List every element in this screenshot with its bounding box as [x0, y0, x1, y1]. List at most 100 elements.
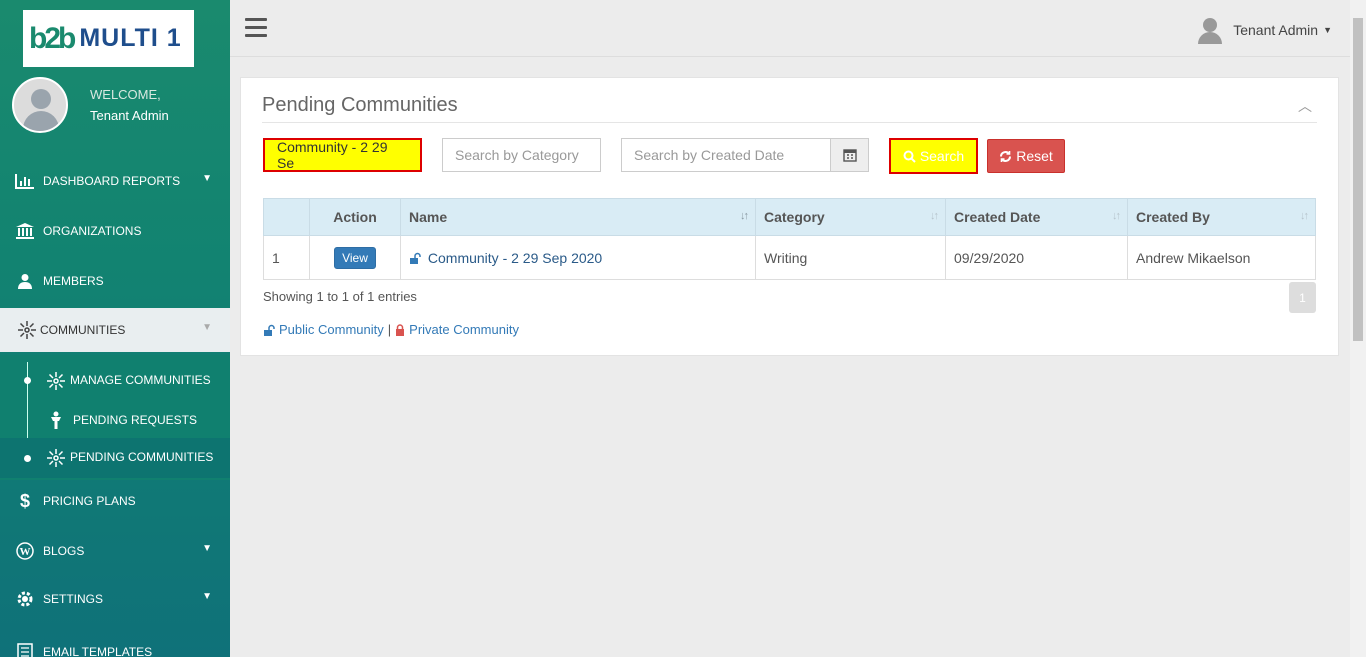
row-name-cell: Community - 2 29 Sep 2020 — [400, 235, 756, 280]
user-name: Tenant Admin — [90, 108, 169, 123]
col-header-action: Action — [309, 198, 401, 236]
col-header-created-by-label: Created By — [1136, 209, 1210, 225]
communities-icon — [46, 448, 66, 467]
pagination-page-1[interactable]: 1 — [1289, 282, 1316, 313]
user-menu[interactable]: Tenant Admin ▼ — [1197, 16, 1332, 44]
row-created-by: Andrew Mikaelson — [1127, 235, 1316, 280]
col-header-created-by[interactable]: Created By ↓↑ — [1127, 198, 1316, 236]
sort-icon: ↓↑ — [1112, 210, 1121, 222]
gear-icon — [14, 590, 36, 608]
row-created-date: 09/29/2020 — [945, 235, 1128, 280]
sidebar-item-settings[interactable]: SETTINGS ▼ — [0, 577, 230, 621]
bar-chart-icon — [14, 172, 36, 190]
scrollbar-thumb[interactable] — [1353, 18, 1363, 341]
calendar-icon — [842, 149, 857, 162]
calendar-button[interactable] — [830, 138, 869, 172]
user-panel: WELCOME, Tenant Admin — [12, 77, 169, 133]
legend-separator: | — [387, 322, 392, 337]
category-search-input[interactable]: Search by Category — [442, 138, 601, 172]
refresh-icon — [1000, 150, 1012, 162]
entries-info: Showing 1 to 1 of 1 entries — [263, 289, 417, 304]
sidebar-item-label: MEMBERS — [43, 274, 104, 288]
search-icon — [903, 150, 916, 163]
chevron-down-icon: ▼ — [202, 543, 212, 554]
sidebar-item-label: PRICING PLANS — [43, 494, 136, 508]
sidebar-item-label: SETTINGS — [43, 592, 104, 606]
avatar — [12, 77, 68, 133]
row-category: Writing — [755, 235, 946, 280]
col-header-action-label: Action — [333, 209, 377, 225]
col-header-created-date[interactable]: Created Date ↓↑ — [945, 198, 1128, 236]
row-number: 1 — [263, 235, 310, 280]
user-avatar-icon — [1197, 16, 1223, 44]
sidebar-item-dashboard-reports[interactable]: DASHBOARD REPORTS ▼ — [0, 159, 230, 203]
brand-logo[interactable]: b2b MULTI 1 — [23, 10, 194, 67]
community-legend: Public Community | Private Community — [263, 322, 519, 337]
unlock-icon — [410, 252, 421, 264]
template-icon — [14, 643, 36, 657]
brand-name: MULTI 1 — [79, 24, 182, 52]
col-header-category-label: Category — [764, 209, 825, 225]
sort-icon: ↓↑ — [1300, 210, 1309, 222]
sidebar-item-label: DASHBOARD REPORTS — [43, 174, 181, 188]
sidebar-item-communities[interactable]: COMMUNITIES ▼ — [0, 308, 230, 352]
chevron-up-icon[interactable]: ︿ — [1298, 96, 1312, 116]
brand-mark: b2b — [29, 21, 76, 55]
dollar-icon: $ — [19, 490, 30, 511]
page-title: Pending Communities — [262, 94, 458, 116]
sidebar-item-email-templates[interactable]: EMAIL TEMPLATES — [0, 630, 230, 657]
sidebar-item-blogs[interactable]: W BLOGS ▼ — [0, 529, 230, 573]
communities-table: Action Name ↓↑ Category ↓↑ Created Date ↓↑ … — [263, 198, 1316, 280]
lock-icon — [396, 323, 405, 336]
communities-icon — [46, 371, 66, 390]
bullet-dot — [24, 377, 31, 384]
col-header-name[interactable]: Name ↓↑ — [400, 198, 756, 236]
created-date-search-input[interactable]: Search by Created Date — [621, 138, 831, 172]
sort-icon: ↓↑ — [930, 210, 939, 222]
bullet-dot — [24, 455, 31, 462]
wordpress-icon: W — [14, 542, 36, 560]
col-header-number — [263, 198, 310, 236]
reset-button[interactable]: Reset — [987, 139, 1065, 173]
view-button[interactable]: View — [334, 246, 376, 269]
sidebar-item-label: BLOGS — [43, 544, 85, 558]
chevron-down-icon: ▼ — [1323, 25, 1332, 35]
communities-icon — [16, 321, 38, 339]
sidebar-item-label: EMAIL TEMPLATES — [43, 645, 153, 657]
name-search-input[interactable]: Community - 2 29 Se — [263, 138, 422, 172]
svg-text:W: W — [20, 546, 31, 558]
search-button[interactable]: Search — [889, 138, 978, 174]
top-bar: Tenant Admin ▼ — [230, 0, 1350, 57]
user-menu-label: Tenant Admin — [1233, 22, 1319, 38]
col-header-category[interactable]: Category ↓↑ — [755, 198, 946, 236]
legend-private-label: Private Community — [409, 322, 519, 337]
page-scrollbar[interactable] — [1350, 0, 1366, 657]
row-name-link[interactable]: Community - 2 29 Sep 2020 — [428, 250, 602, 266]
sidebar-item-label: MANAGE COMMUNITIES — [70, 373, 211, 387]
chevron-down-icon: ▼ — [202, 591, 212, 602]
unlock-icon — [264, 324, 275, 336]
sidebar-item-label: ORGANIZATIONS — [43, 224, 142, 238]
pending-communities-panel: Pending Communities ︿ Community - 2 29 S… — [240, 77, 1339, 356]
sidebar-item-pending-communities[interactable]: PENDING COMMUNITIES — [0, 438, 230, 478]
sidebar-item-organizations[interactable]: ORGANIZATIONS — [0, 209, 230, 253]
menu-toggle-icon[interactable] — [245, 18, 267, 38]
sidebar-item-label: COMMUNITIES — [40, 323, 126, 337]
col-header-name-label: Name — [409, 209, 448, 225]
legend-public-label: Public Community — [279, 322, 384, 337]
sidebar-item-pending-requests[interactable]: PENDING REQUESTS — [0, 402, 230, 438]
row-action-cell: View — [309, 235, 401, 280]
bank-icon — [14, 222, 36, 240]
welcome-label: WELCOME, — [90, 87, 161, 102]
sidebar-item-pricing-plans[interactable]: $ PRICING PLANS — [0, 479, 230, 523]
chevron-down-icon: ▼ — [202, 322, 212, 333]
person-icon — [46, 411, 66, 429]
user-icon — [14, 272, 36, 290]
table-row: 1 View Community - 2 29 Sep 2020 Writing… — [263, 235, 1316, 280]
col-header-created-date-label: Created Date — [954, 209, 1041, 225]
sidebar-item-members[interactable]: MEMBERS — [0, 259, 230, 303]
sidebar-item-manage-communities[interactable]: MANAGE COMMUNITIES — [0, 362, 230, 398]
sidebar-item-label: PENDING COMMUNITIES — [70, 450, 214, 464]
search-button-label: Search — [919, 148, 965, 164]
sidebar-item-label: PENDING REQUESTS — [73, 413, 198, 427]
